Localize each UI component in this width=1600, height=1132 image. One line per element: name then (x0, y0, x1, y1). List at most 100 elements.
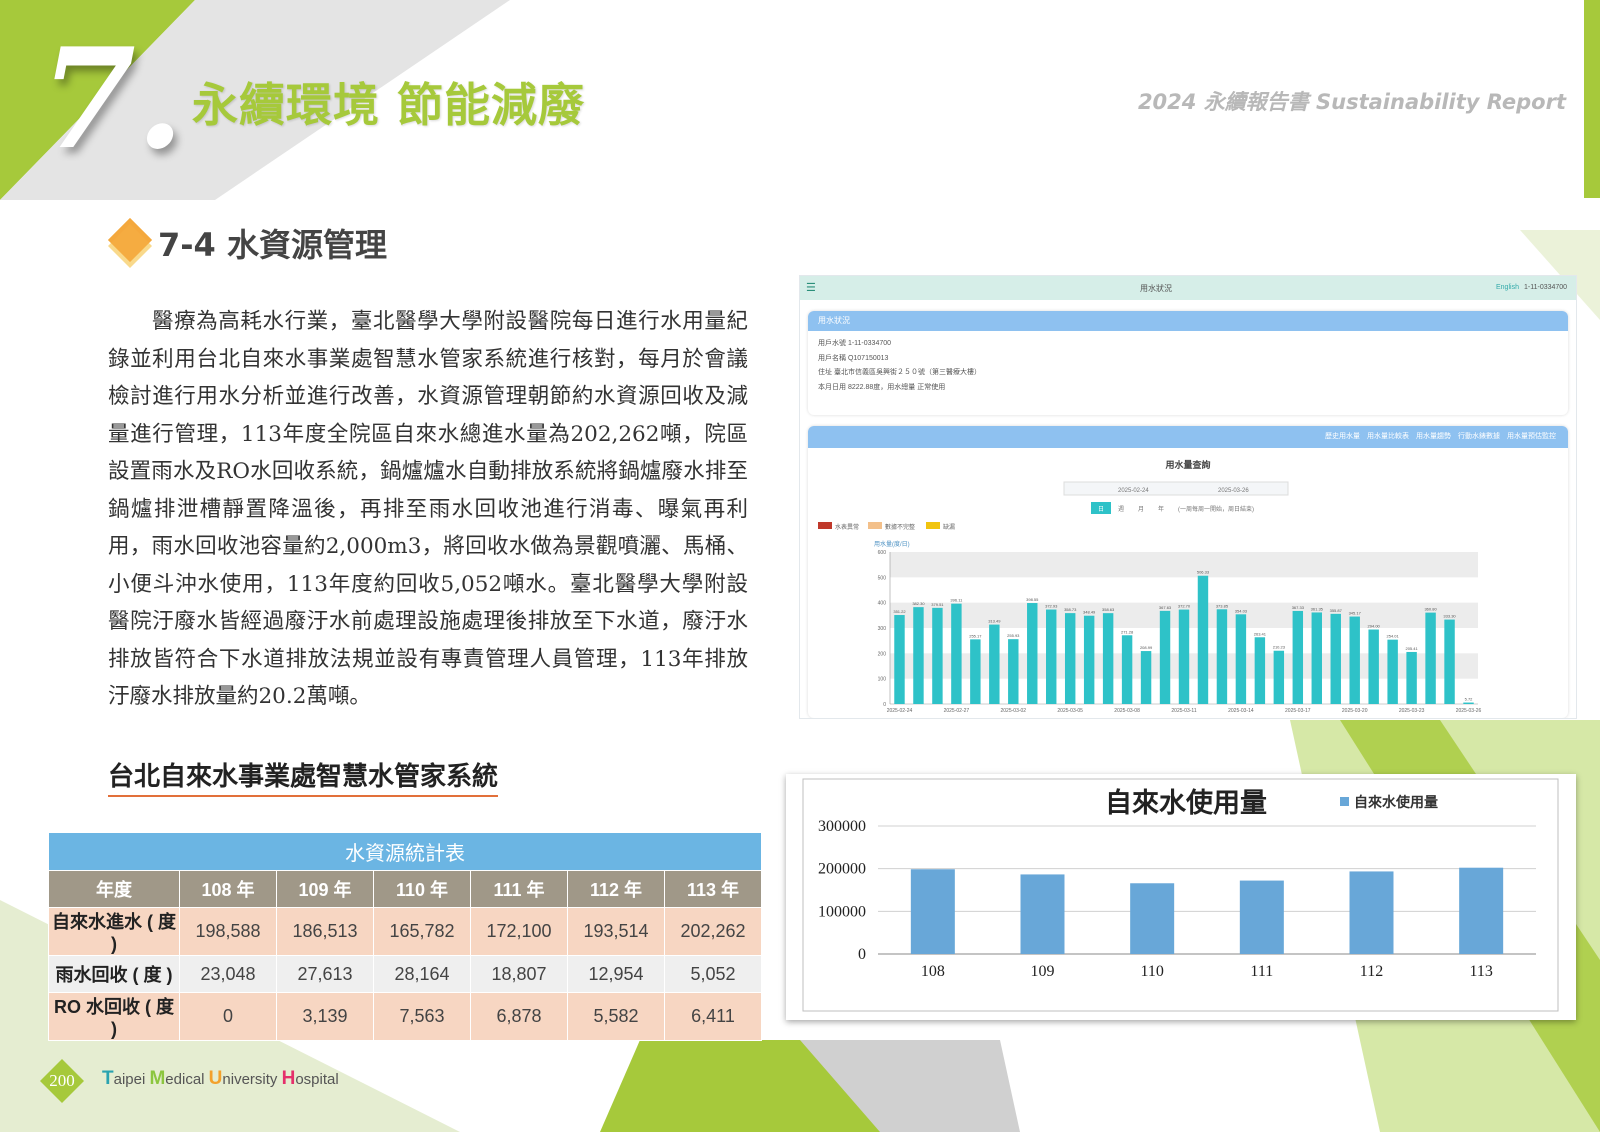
table-caption: 水資源統計表 (48, 832, 762, 871)
x-tick-label: 109 (1031, 963, 1055, 980)
ss-panel2-tabs: 歷史用水量 用水量比較表 用水量趨勢 行動水錶數據 用水量預估監控 (808, 426, 1568, 448)
section-heading: 7-4 水資源管理 (108, 218, 387, 268)
ss-bar (1197, 575, 1209, 704)
ss-bar (1083, 615, 1095, 704)
ss-bar (1178, 609, 1190, 704)
ss-bar-label: 351.22 (893, 609, 906, 614)
chapter-number: 7. (40, 17, 185, 180)
table-header-cell: 112 年 (567, 870, 665, 908)
table-header-cell: 110 年 (373, 870, 471, 908)
bar (1239, 880, 1284, 954)
ss-date-range (1063, 481, 1289, 496)
brand-word: edical (165, 1071, 209, 1088)
bar (910, 869, 955, 954)
table-cell: 0 (179, 992, 277, 1041)
table-cell: 5,052 (664, 955, 762, 993)
table-header-cell: 年度 (48, 870, 180, 908)
legend-swatch (1340, 797, 1349, 806)
ss-bar-label: 355.87 (1330, 608, 1343, 613)
ss-chart-panel: 歷史用水量 用水量比較表 用水量趨勢 行動水錶數據 用水量預估監控 用水量查詢 … (808, 426, 1568, 718)
table-cell: 7,563 (373, 992, 471, 1041)
ss-date-to: 2025-03-26 (1218, 488, 1249, 494)
table-cell: 27,613 (276, 955, 374, 993)
y-tick-label: 300000 (818, 818, 866, 835)
hospital-brand: Taipei Medical University Hospital (102, 1068, 339, 1090)
table-row: 雨水回收 ( 度 ) 23,048 27,613 28,164 18,807 1… (48, 955, 762, 993)
ss-bar (1235, 614, 1247, 704)
ss-bar (1349, 616, 1360, 704)
ss-bar-label: 255.17 (969, 633, 982, 638)
ss-bar-label: 372.70 (1178, 604, 1191, 609)
ss-y-unit: 用水量(度/日) (874, 540, 910, 548)
ss-legend-swatch (868, 522, 882, 529)
table-row: RO 水回收 ( 度 ) 0 3,139 7,563 6,878 5,582 6… (48, 992, 762, 1041)
ss-bar (1406, 651, 1417, 704)
x-tick-label: 110 (1140, 963, 1163, 980)
ss-bar (1292, 610, 1304, 704)
ss-bar-label: 379.51 (931, 602, 944, 607)
ss-bar-label: 367.63 (1159, 605, 1172, 610)
table-cell: 198,588 (179, 907, 277, 956)
ss-daily-usage-chart: 用水量查詢 2025-02-24 2025-03-26 日 週 月 年 (一周每… (818, 459, 1482, 714)
ss-bar-label: 506.33 (1197, 570, 1210, 575)
ss-y-tick: 500 (878, 575, 887, 581)
ss-x-tick: 2025-03-20 (1342, 708, 1368, 714)
ss-legend-label: 水表異常 (835, 523, 859, 531)
table-cell: 172,100 (470, 907, 568, 956)
ss-bar (1463, 702, 1474, 704)
ss-range-note: (一周每周一開始，周日結束) (1178, 505, 1254, 513)
ss-top-title: 用水狀況 (1140, 284, 1172, 293)
bar (1130, 883, 1175, 954)
ss-bar (1027, 603, 1038, 704)
ss-y-tick: 400 (878, 601, 887, 607)
ss-bar (913, 607, 924, 704)
ss-bar-label: 358.63 (1102, 607, 1115, 612)
ss-bar-label: 210.23 (1273, 645, 1286, 650)
ss-bar (1330, 613, 1341, 704)
ss-panel1-title: 用水狀況 (808, 311, 1568, 331)
brand-word: ospital (295, 1071, 339, 1088)
ss-bar (1311, 612, 1322, 704)
ss-bar (1216, 609, 1228, 704)
ss-bar-label: 372.93 (1045, 604, 1058, 609)
chart-bars: 108 109 110 111 112 113 (910, 867, 1504, 980)
ss-x-tick: 2025-03-02 (1001, 708, 1027, 714)
subsection-title: 台北自來水事業處智慧水管家系統 (108, 762, 499, 798)
ss-bar (1140, 651, 1152, 704)
table-cell: 28,164 (373, 955, 471, 993)
ss-bar-label: 358.73 (1064, 607, 1077, 612)
table-cell: 6,878 (470, 992, 568, 1041)
diamond-icon (108, 218, 152, 268)
ss-date-from: 2025-02-24 (1118, 488, 1149, 494)
table-cell: 165,782 (373, 907, 471, 956)
ss-legend-swatch (818, 522, 832, 529)
ss-bar (932, 607, 943, 704)
x-tick-label: 113 (1469, 963, 1492, 980)
ss-range-label: 年 (1158, 505, 1164, 513)
annual-usage-chart: 自來水使用量 自來水使用量 300000 200000 100000 0 108 109… (802, 778, 1559, 1012)
ss-legend-label: 缺漏 (943, 523, 955, 531)
legend-label: 自來水使用量 (1354, 794, 1438, 811)
ss-bar (970, 639, 981, 704)
table-cell: 23,048 (179, 955, 277, 993)
table-row: 自來水進水 ( 度 ) 198,588 186,513 165,782 172,… (48, 907, 762, 956)
table-cell: 186,513 (276, 907, 374, 956)
table-cell: 12,954 (567, 955, 665, 993)
ss-x-tick: 2025-03-05 (1057, 708, 1083, 714)
ss-bar-label: 254.01 (1387, 634, 1400, 639)
chapter-title: 永續環境 節能減廢 (192, 78, 586, 132)
ss-bar-label: 354.03 (1235, 608, 1248, 613)
table-cell: 18,807 (470, 955, 568, 993)
ss-account-id: 1-11-0334700 (1524, 284, 1568, 291)
x-tick-label: 111 (1250, 963, 1273, 980)
table-cell: 5,582 (567, 992, 665, 1041)
ss-bar (894, 615, 905, 704)
x-tick-label: 112 (1360, 963, 1383, 980)
y-tick-label: 0 (858, 946, 866, 963)
ss-bar (1425, 612, 1436, 704)
brand-initial: H (281, 1068, 296, 1089)
water-stats-table: 水資源統計表 年度 108 年 109 年 110 年 111 年 112 年 … (48, 832, 762, 1041)
report-title: 2024 永續報告書 Sustainability Report (1137, 90, 1566, 114)
x-tick-label: 108 (921, 963, 945, 980)
table-header-cell: 109 年 (276, 870, 374, 908)
